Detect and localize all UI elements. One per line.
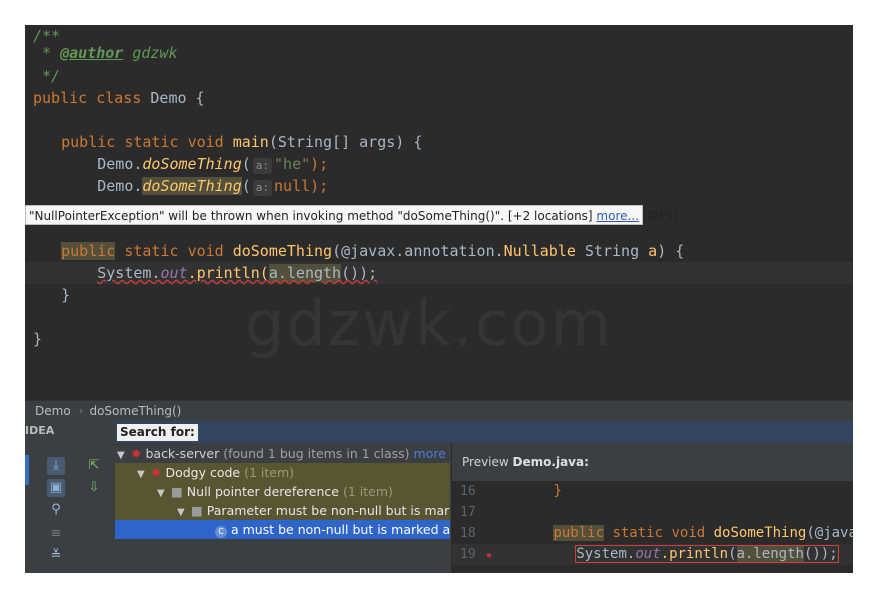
breadcrumb: Demo › doSomeThing() [25,400,853,421]
param-hint: a: [252,158,273,174]
breadcrumb-item-demo[interactable]: Demo [35,404,71,418]
code-editor[interactable]: /** * @author gdzwk */ public class Demo… [25,25,853,400]
preview-line: 19 ✸ System.out.println(a.length()); [452,544,853,565]
preview-line: 16 } [460,483,562,499]
tooltip-more-link[interactable]: more... [596,209,639,223]
code-line-3: */ [33,67,61,85]
tree-item[interactable]: ▼ ■ Parameter must be non-null but is mar… [115,501,450,520]
tree-subcategory[interactable]: ▼ ■ Null pointer dereference (1 item) [115,482,450,501]
preview-code: 16 } 17 18 public static void doSomeThin… [452,481,853,573]
param-hint: a: [252,180,273,196]
tree-selected-bug[interactable]: C a must be non-null but is marked as [115,520,450,539]
code-line-class: public class Demo { [33,89,205,107]
breadcrumb-item-method[interactable]: doSomeThing() [89,404,181,418]
bug-icon: ✸ [131,446,142,461]
inspection-tooltip: "NullPointerException" will be thrown wh… [25,205,679,225]
preview-title: Preview Demo.java: [462,455,589,469]
expand-icon[interactable]: ≡ [47,525,65,543]
code-line-close-class: } [33,330,43,348]
code-line-2: * @author gdzwk [33,44,178,62]
bug-icon: ✸ [486,550,493,561]
collapse-icon[interactable]: ≚ [47,547,65,565]
ide-window: /** * @author gdzwk */ public class Demo… [25,25,853,573]
preview-line: 18 public static void doSomeThing(@javax… [460,525,853,541]
zoom-icon[interactable]: ⚲ [47,501,65,519]
code-line-main: public static void main(String[] args) { [61,133,423,151]
side-accent [25,455,29,485]
tree-category[interactable]: ▼ ✸ Dodgy code (1 item) [115,463,450,482]
class-icon: C [215,526,227,538]
bug-icon: ✸ [151,465,162,480]
code-line-call1: Demo.doSomeThing(a: "he"); [97,155,329,174]
search-bar: Search for: [115,421,853,443]
bug-tree[interactable]: ▼ ✸ back-server (found 1 bug items in 1 c… [115,443,450,573]
more-link[interactable]: more [414,446,446,461]
tool-window-title: IDEA [25,421,115,441]
download-icon[interactable]: ⤓ [47,457,65,475]
code-line-close-method: } [61,286,71,304]
breadcrumb-separator: › [78,404,84,418]
export-icon[interactable]: ⇱ [85,457,103,475]
filter-icon[interactable]: ▣ [47,479,65,497]
preview-panel: Preview Demo.java: 16 } 17 18 public sta… [451,443,853,573]
code-line-call2: Demo.doSomeThing(a: null); [97,177,329,196]
folder-icon: ■ [171,484,183,499]
tree-root[interactable]: ▼ ✸ back-server (found 1 bug items in 1 c… [115,444,450,463]
code-line-body: System.out.println(a.length()); [97,264,378,282]
preview-line: 17 [460,505,476,520]
import-icon[interactable]: ⇩ [85,479,103,497]
search-label[interactable]: Search for: [117,424,198,441]
folder-icon: ■ [191,503,203,518]
tool-window-toolbar: ⤓ ⇱ ▣ ⇩ ⚲ ≡ ≚ [25,443,115,573]
code-line-dosomething: public static void doSomeThing(@javax.an… [61,242,685,260]
findbugs-tool-window: IDEA Search for: ⤓ ⇱ ▣ ⇩ ⚲ ≡ ≚ ▼ ✸ back-s… [25,421,853,573]
watermark: gdzwk.com [245,287,613,360]
